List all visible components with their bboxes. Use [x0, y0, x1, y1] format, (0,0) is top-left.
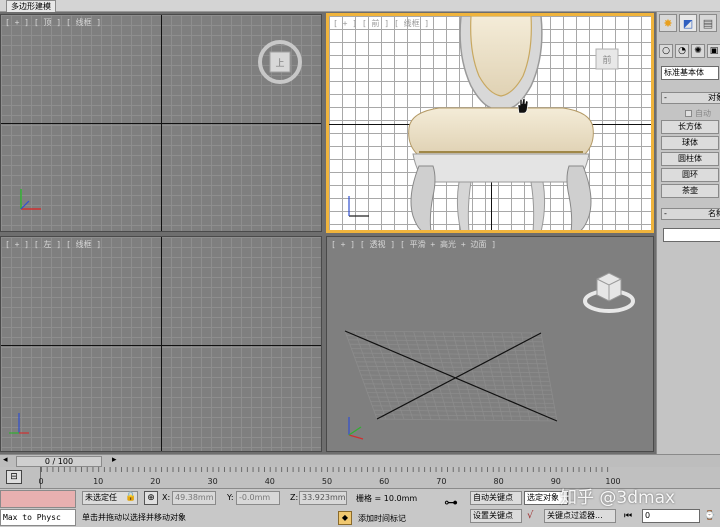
grid-axis-y	[161, 237, 162, 451]
current-frame-input[interactable]: 0	[642, 509, 700, 523]
rollout-title: 对象	[708, 93, 720, 102]
shapes-icon[interactable]: ◔	[675, 44, 689, 58]
frame-tick-label: 10	[93, 477, 104, 486]
viewport-area: [ + ] [ 顶 ] [ 线框 ] 上 [+] [前] [线框] …	[0, 12, 656, 454]
sphere-button[interactable]: 球体	[661, 136, 719, 150]
axis-tripod-icon	[9, 413, 29, 434]
frame-tick-label: 40	[264, 477, 275, 486]
selection-lock-icon[interactable]: 🔒	[125, 492, 136, 502]
viewport-perspective[interactable]: [ + ] [ 透视 ] [ 平滑 + 高光 + 边面 ]	[326, 236, 654, 452]
time-slider-thumb[interactable]: 0 / 100	[16, 456, 102, 467]
viewport-label[interactable]: [ + ] [ 前 ] [ 线框 ]	[333, 18, 429, 29]
create-tab-sun-icon[interactable]: ✸	[659, 14, 677, 32]
lights-icon[interactable]: ✺	[691, 44, 705, 58]
maxscript-listener-input[interactable]	[0, 490, 76, 508]
maxscript-output[interactable]: Max to Physc	[0, 509, 76, 526]
viewcube-icon[interactable]: 前	[593, 46, 621, 72]
hand-cursor-icon	[517, 98, 529, 114]
viewport-label[interactable]: [ + ] [ 透视 ] [ 平滑 + 高光 + 边面 ]	[331, 239, 496, 250]
time-prev-arrow-icon[interactable]: ◂	[3, 455, 8, 465]
primitive-type-dropdown[interactable]: 标准基本体	[661, 66, 719, 80]
torus-button[interactable]: 圆环	[661, 168, 719, 182]
x-label: X:	[162, 493, 171, 502]
object-type-rollout-header[interactable]: - 对象	[661, 92, 720, 104]
viewport-left[interactable]: [ + ] [ 左 ] [ 线框 ]	[0, 236, 322, 452]
frame-tick-label: 50	[321, 477, 333, 486]
frame-tick-label: 0	[38, 477, 44, 486]
viewport-top[interactable]: [ + ] [ 顶 ] [ 线框 ] 上	[0, 14, 322, 232]
key-tangent-icon[interactable]: √	[527, 510, 533, 521]
axis-tripod-icon	[20, 189, 41, 210]
rollout-collapse-icon: -	[664, 209, 667, 218]
key-filters-button[interactable]: 关键点过滤器...	[544, 509, 616, 523]
name-color-rollout-header[interactable]: - 名称	[661, 208, 720, 220]
axis-tripod-icon	[348, 417, 364, 440]
rollout-title: 名称	[708, 209, 720, 218]
frame-tick-label: 80	[493, 477, 504, 486]
modify-tab-icon[interactable]: ◩	[679, 14, 697, 32]
time-configuration-icon[interactable]: ⌚	[704, 511, 715, 521]
command-panel-tabs: ✸ ◩ ▤	[659, 14, 720, 32]
grid-size: 栅格 = 10.0mm	[356, 494, 418, 503]
y-label: Y:	[227, 493, 234, 502]
set-keys-key-icon[interactable]: ⊶	[444, 495, 458, 511]
prompt-line: 单击并拖动以选择并移动对象	[82, 513, 186, 522]
cameras-icon[interactable]: ▣	[707, 44, 720, 58]
create-category-icons: ○ ◔ ✺ ▣	[659, 44, 720, 58]
auto-key-button[interactable]: 自动关键点	[470, 491, 522, 505]
z-label: Z:	[290, 493, 299, 502]
go-to-start-icon[interactable]: ⏮	[624, 511, 632, 521]
viewport-label[interactable]: [ + ] [ 左 ] [ 线框 ]	[5, 239, 101, 250]
set-key-button[interactable]: 设置关键点	[470, 509, 522, 523]
time-next-arrow-icon[interactable]: ▸	[112, 455, 117, 465]
ribbon-tab-polygon-modeling[interactable]: 多边形建模	[6, 0, 56, 12]
checkbox-icon	[685, 110, 692, 117]
frame-tick-label: 30	[207, 477, 218, 486]
object-name-input[interactable]	[663, 228, 720, 242]
box-button[interactable]: 长方体	[661, 120, 719, 134]
viewport-front[interactable]: [ + ] [ 前 ] [ 线框 ] 前	[326, 13, 654, 233]
time-slider[interactable]: ◂ 0 / 100 ▸	[0, 454, 720, 467]
rollout-collapse-icon: -	[664, 93, 667, 102]
teapot-button[interactable]: 茶壶	[661, 184, 719, 198]
autogrid-label: 自动	[695, 109, 711, 118]
viewport-label[interactable]: [ + ] [ 顶 ] [ 线框 ]	[5, 17, 101, 28]
axis-tripod-icon	[348, 196, 369, 217]
add-time-tag[interactable]: 添加时间标记	[358, 513, 406, 524]
viewcube-face-label: 上	[275, 58, 284, 69]
watermark: 知乎 @3dmax	[560, 488, 676, 508]
add-time-tag-icon[interactable]: ◆	[338, 511, 352, 525]
frame-tick-label: 60	[379, 477, 390, 486]
cylinder-button[interactable]: 圆柱体	[661, 152, 719, 166]
absolute-mode-transform-icon[interactable]: ⊕	[144, 491, 158, 505]
command-panel: ✸ ◩ ▤ ○ ◔ ✺ ▣ 标准基本体 - 对象 自动 长方体 球体 圆柱体 圆…	[656, 12, 720, 454]
hierarchy-tab-icon[interactable]: ▤	[699, 14, 717, 32]
viewcube-icon[interactable]	[581, 261, 637, 317]
geometry-icon[interactable]: ○	[659, 44, 673, 58]
autogrid-checkbox[interactable]: 自动	[685, 108, 711, 119]
top-bar: 多边形建模	[0, 0, 720, 12]
curve-editor-icon[interactable]: ⊟	[6, 470, 22, 484]
frame-ruler[interactable]: 0 10 20 30 40 50 60 70 80 90 100	[38, 467, 621, 489]
frame-tick-label: 20	[150, 477, 161, 486]
viewcube-icon[interactable]: 上	[255, 37, 305, 87]
z-coordinate-input[interactable]: 33.923mm	[299, 491, 347, 505]
grid-axis-y	[161, 15, 162, 231]
frame-tick-label: 70	[436, 477, 447, 486]
chair-reference-image	[408, 16, 594, 230]
x-coordinate-input[interactable]: 49.38mm	[172, 491, 216, 505]
y-coordinate-input[interactable]: -0.0mm	[236, 491, 280, 505]
viewcube-face-label: 前	[602, 54, 611, 66]
